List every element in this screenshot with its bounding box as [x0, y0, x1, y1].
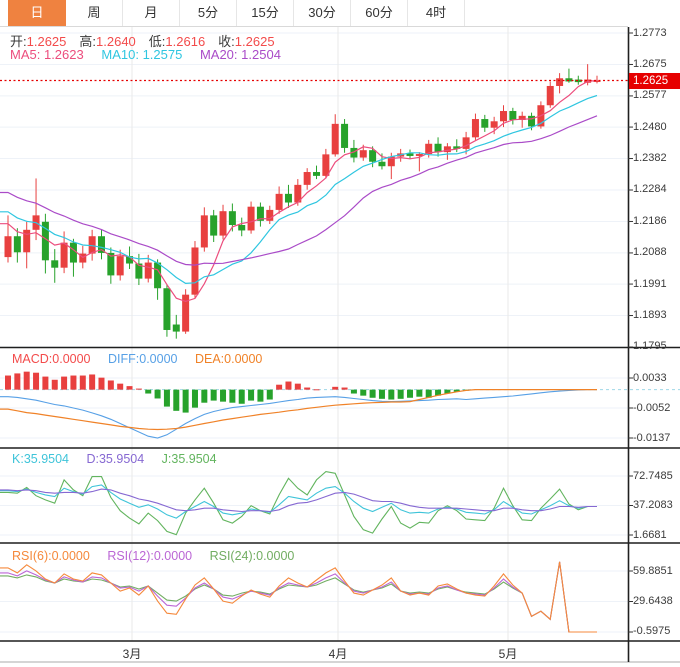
d-line	[0, 488, 597, 513]
k-value: 35.9504	[23, 452, 69, 466]
current-price-badge: 1.2625	[629, 72, 680, 89]
tab-4hour[interactable]: 4时	[408, 0, 465, 26]
rsi6-label: RSI(6):	[12, 549, 52, 563]
candles-layer	[4, 64, 601, 339]
rsi12-value: 0.0000	[153, 549, 193, 563]
rsi24-label: RSI(24):	[209, 549, 257, 563]
dea-label: DEA:	[194, 352, 225, 366]
rsi6-value: 0.0000	[51, 549, 90, 563]
k-label: K:	[12, 452, 24, 466]
j-value: 35.9504	[171, 452, 217, 466]
diff-line	[0, 389, 597, 439]
k-line	[0, 484, 597, 519]
rsi6-line	[0, 561, 597, 633]
tab-15min[interactable]: 15分	[237, 0, 294, 26]
tab-60min[interactable]: 60分	[351, 0, 408, 26]
j-label: J:	[161, 452, 172, 466]
ma-readout: MA5: 1.2623 MA10: 1.2575 MA20: 1.2504	[10, 47, 295, 62]
ma20-label: MA20:	[199, 47, 238, 62]
ma5-value: 1.2623	[43, 47, 84, 62]
trading-chart-app: 日 周 月 5分 15分 30分 60分 4时 1.2773 1.2675 1.25…	[0, 0, 680, 667]
diff-label: DIFF:	[108, 352, 140, 366]
rsi24-value: 0.0000	[256, 549, 295, 563]
macd-label: MACD:	[12, 352, 53, 366]
diff-value: 0.0000	[139, 352, 178, 366]
ma10-value: 1.2575	[142, 47, 183, 62]
tab-5min[interactable]: 5分	[180, 0, 237, 26]
d-label: D:	[86, 452, 99, 466]
timeframe-tabbar: 日 周 月 5分 15分 30分 60分 4时	[0, 0, 628, 27]
ma20-value: 1.2504	[241, 47, 281, 62]
chart-canvas[interactable]	[0, 0, 680, 667]
rsi24-line	[0, 561, 597, 633]
rsi-readout: RSI(6):0.0000 RSI(12):0.0000 RSI(24):0.0…	[12, 549, 308, 563]
tab-day[interactable]: 日	[8, 0, 66, 26]
dea-value: 0.0000	[224, 352, 263, 366]
macd-value: 0.0000	[52, 352, 91, 366]
dea-line	[0, 389, 597, 431]
tab-week[interactable]: 周	[66, 0, 123, 26]
d-value: 35.9504	[98, 452, 145, 466]
tab-month[interactable]: 月	[123, 0, 180, 26]
kdj-readout: K:35.9504 D:35.9504 J:35.9504	[12, 452, 231, 466]
ma10-label: MA10:	[101, 47, 139, 62]
ma5-label: MA5:	[10, 47, 41, 62]
macd-readout: MACD:0.0000 DIFF:0.0000 DEA:0.0000	[12, 352, 276, 366]
tab-30min[interactable]: 30分	[294, 0, 351, 26]
rsi12-label: RSI(12):	[107, 549, 154, 563]
rsi12-line	[0, 561, 597, 633]
